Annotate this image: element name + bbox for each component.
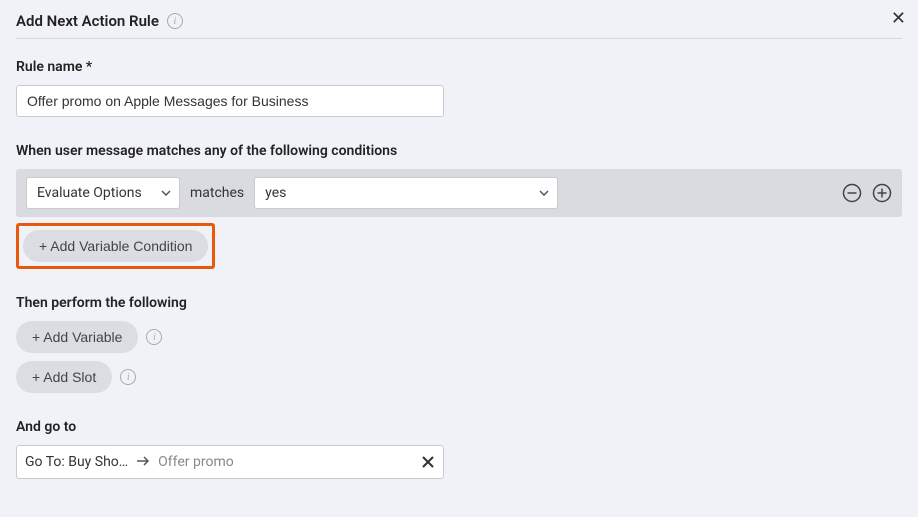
goto-placeholder: Offer promo	[158, 454, 413, 470]
goto-label: And go to	[16, 419, 902, 435]
chevron-down-icon	[161, 190, 171, 196]
add-slot-button[interactable]: + Add Slot	[16, 361, 112, 393]
add-variable-condition-button[interactable]: + Add Variable Condition	[23, 230, 208, 262]
rule-name-label: Rule name *	[16, 59, 902, 75]
condition-field-select[interactable]: Evaluate Options	[26, 177, 180, 209]
dialog-title: Add Next Action Rule	[16, 12, 159, 30]
dialog-header: Add Next Action Rule i	[16, 12, 902, 39]
perform-section: Then perform the following + Add Variabl…	[16, 295, 902, 393]
rule-name-input[interactable]	[16, 85, 444, 117]
conditions-label: When user message matches any of the fol…	[16, 143, 902, 159]
info-icon[interactable]: i	[146, 329, 162, 345]
info-icon[interactable]: i	[120, 369, 136, 385]
perform-label: Then perform the following	[16, 295, 902, 311]
info-icon[interactable]: i	[167, 13, 183, 29]
condition-operator: matches	[190, 185, 244, 201]
highlight-box: + Add Variable Condition	[16, 223, 215, 269]
clear-icon[interactable]	[421, 455, 435, 469]
chevron-down-icon	[539, 190, 549, 196]
goto-section: And go to Go To: Buy Sho… Offer promo	[16, 419, 902, 479]
rule-name-section: Rule name *	[16, 59, 902, 117]
goto-selected-value: Go To: Buy Sho…	[25, 454, 128, 470]
condition-row: Evaluate Options matches yes	[16, 169, 902, 217]
conditions-section: When user message matches any of the fol…	[16, 143, 902, 269]
add-condition-icon[interactable]	[872, 183, 892, 203]
add-variable-button[interactable]: + Add Variable	[16, 321, 138, 353]
goto-input-row[interactable]: Go To: Buy Sho… Offer promo	[16, 445, 444, 479]
condition-value-select[interactable]: yes	[254, 177, 558, 209]
condition-field-value: Evaluate Options	[37, 185, 142, 201]
arrow-right-icon	[136, 454, 150, 470]
condition-value: yes	[265, 185, 286, 201]
remove-condition-icon[interactable]	[842, 183, 862, 203]
close-icon[interactable]: ✕	[891, 8, 906, 29]
